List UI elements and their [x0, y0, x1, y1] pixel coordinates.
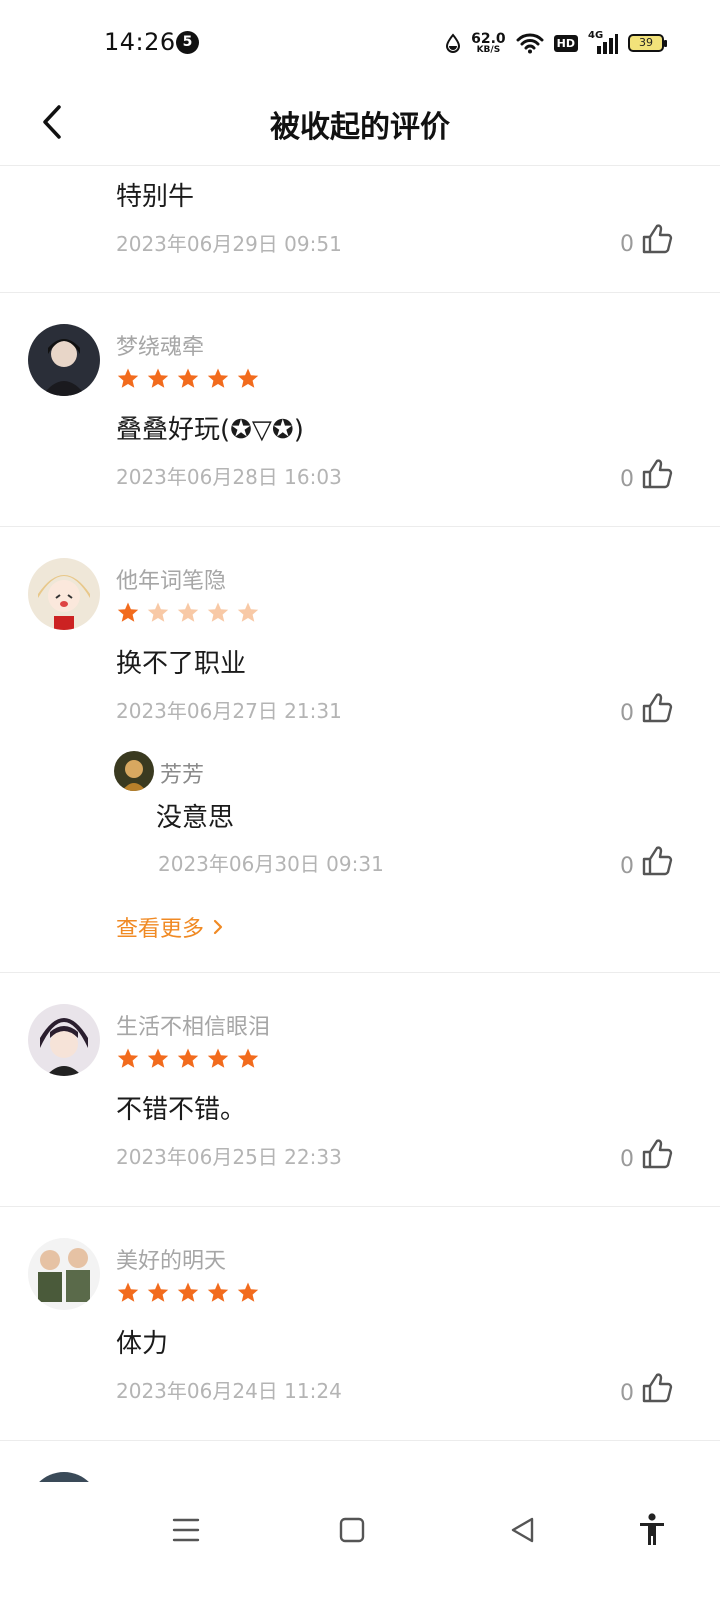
review-username: 他年词笔隐: [116, 569, 227, 594]
review-item: 美好的明天 体力 2023年06月24日 11:24 0: [0, 1207, 720, 1441]
thumbs-up-icon: [642, 459, 673, 489]
menu-icon: [172, 1518, 200, 1542]
star-filled-icon: [117, 1282, 139, 1302]
review-item: 梦绕魂牵 叠叠好玩(✪▽✪) 2023年06月28日 16:03 0: [0, 293, 720, 527]
star-filled-icon: [177, 368, 199, 388]
notification-count-badge: 5: [176, 31, 199, 54]
review-content: 体力: [116, 1329, 169, 1359]
like-button[interactable]: 0: [620, 1371, 674, 1405]
view-more-label: 查看更多: [116, 917, 205, 942]
thumbs-up-icon: [642, 224, 673, 254]
rating-stars: [116, 601, 260, 625]
status-time: 14:26: [104, 28, 176, 56]
review-item: 生活不相信眼泪 不错不错。 2023年06月25日 22:33 0: [0, 973, 720, 1207]
page-title: 被收起的评价: [270, 110, 450, 145]
like-count: 0: [620, 701, 634, 726]
data-saver-icon: [446, 33, 461, 53]
star-empty-icon: [207, 602, 229, 622]
star-filled-icon: [207, 1048, 229, 1068]
thumbs-up-icon: [642, 1373, 673, 1403]
review-content: 换不了职业: [116, 649, 247, 679]
review-content: 不错不错。: [116, 1095, 247, 1125]
star-filled-icon: [147, 368, 169, 388]
star-filled-icon: [147, 1048, 169, 1068]
view-more-link[interactable]: 查看更多: [116, 911, 224, 943]
signal-bars-icon: [597, 34, 618, 54]
thumbs-up-icon: [642, 1139, 673, 1169]
star-empty-icon: [177, 602, 199, 622]
review-date: 2023年06月28日 16:03: [116, 465, 342, 489]
rating-stars: [116, 1281, 260, 1305]
like-count: 0: [620, 1381, 634, 1406]
reply-content: 没意思: [156, 803, 235, 833]
star-filled-icon: [237, 368, 259, 388]
review-username: 美好的明天: [116, 1249, 227, 1274]
network-speed-value: 62.0: [471, 30, 506, 47]
chevron-right-icon: [213, 919, 223, 935]
avatar[interactable]: [28, 324, 100, 396]
star-filled-icon: [237, 1048, 259, 1068]
star-filled-icon: [177, 1048, 199, 1068]
hd-voice-badge: HD: [553, 34, 578, 52]
back-nav-button[interactable]: [500, 1508, 544, 1552]
like-button[interactable]: 0: [620, 1137, 674, 1171]
like-count: 0: [620, 854, 634, 879]
review-username: 梦绕魂牵: [116, 335, 205, 360]
rating-stars: [116, 367, 260, 391]
wifi-icon: [516, 33, 544, 54]
star-empty-icon: [237, 602, 259, 622]
avatar[interactable]: [28, 1238, 100, 1310]
reply-username: 芳芳: [160, 763, 205, 788]
reply-avatar[interactable]: [114, 751, 154, 791]
like-button[interactable]: 0: [620, 222, 674, 256]
review-item: 他年词笔隐 换不了职业 2023年06月27日 21:31 0 芳芳 没意思 2…: [0, 527, 720, 973]
star-empty-icon: [147, 602, 169, 622]
like-button[interactable]: 0: [620, 457, 674, 491]
network-speed: 62.0 KB/S: [471, 32, 506, 55]
review-content: 叠叠好玩(✪▽✪): [116, 415, 304, 445]
reply-date: 2023年06月30日 09:31: [158, 852, 384, 876]
network-speed-unit: KB/S: [476, 44, 501, 55]
like-count: 0: [620, 1147, 634, 1172]
star-filled-icon: [237, 1282, 259, 1302]
review-content: 特别牛: [116, 182, 195, 212]
status-bar: 14:26 5 62.0 KB/S HD 4G 39: [0, 0, 720, 84]
review-date: 2023年06月24日 11:24: [116, 1379, 342, 1403]
navigation-bar: 被收起的评价: [0, 84, 720, 166]
like-count: 0: [620, 232, 634, 257]
thumbs-up-icon: [642, 846, 673, 876]
reply-like-button[interactable]: 0: [620, 844, 674, 878]
like-button[interactable]: 0: [620, 691, 674, 725]
star-filled-icon: [207, 368, 229, 388]
home-button[interactable]: [330, 1508, 374, 1552]
avatar[interactable]: [28, 1004, 100, 1076]
star-filled-icon: [207, 1282, 229, 1302]
home-square-icon: [339, 1517, 365, 1543]
rating-stars: [116, 1047, 260, 1071]
like-count: 0: [620, 467, 634, 492]
star-filled-icon: [147, 1282, 169, 1302]
system-navigation-bar: [0, 1482, 720, 1600]
menu-button[interactable]: [164, 1508, 208, 1552]
review-username: 生活不相信眼泪: [116, 1015, 271, 1040]
review-date: 2023年06月29日 09:51: [116, 232, 342, 256]
star-filled-icon: [117, 1048, 139, 1068]
review-date: 2023年06月25日 22:33: [116, 1145, 342, 1169]
star-filled-icon: [117, 368, 139, 388]
review-item: 特别牛 2023年06月29日 09:51 0: [0, 166, 720, 293]
status-icons: 62.0 KB/S HD 4G 39: [445, 28, 667, 58]
star-filled-icon: [177, 1282, 199, 1302]
thumbs-up-icon: [642, 693, 673, 723]
battery-indicator: 39: [628, 34, 667, 52]
back-triangle-icon: [511, 1517, 534, 1543]
cellular-signal: 4G: [588, 30, 618, 54]
accessibility-icon: [640, 1513, 664, 1545]
accessibility-button[interactable]: [630, 1508, 674, 1552]
review-date: 2023年06月27日 21:31: [116, 699, 342, 723]
star-filled-icon: [117, 602, 139, 622]
avatar[interactable]: [28, 558, 100, 630]
